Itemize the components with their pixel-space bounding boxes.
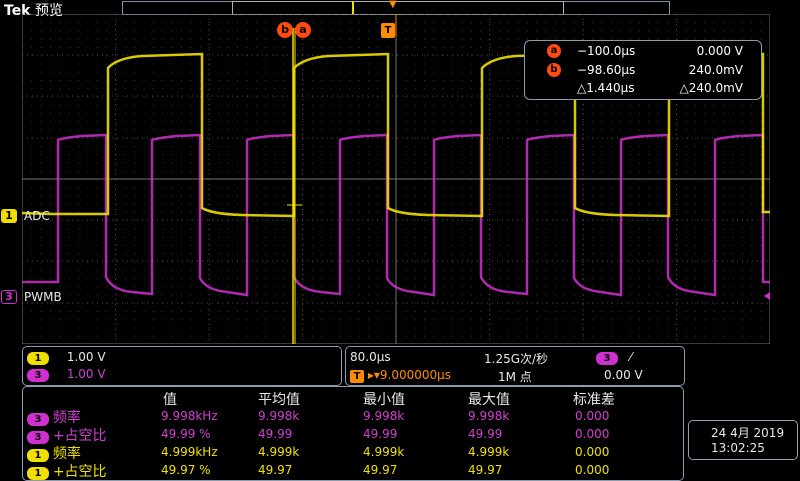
ch1-scale-chip[interactable]: 1 xyxy=(27,352,49,365)
row-mean: 9.998k xyxy=(258,409,300,423)
cursor-delta-time: △1.440µs xyxy=(577,81,635,95)
row-value: 49.99 % xyxy=(161,427,211,441)
row-mean: 4.999k xyxy=(258,445,300,459)
cursor-a-value: 0.000 V xyxy=(696,44,743,58)
record-view-window[interactable] xyxy=(232,1,564,15)
row-measure-name: 频率 xyxy=(52,410,81,426)
record-length: 1M 点 xyxy=(498,370,532,384)
timebase-panel[interactable]: 80.0µs 1.25G次/秒 T ▸▾9.000000µs 1M 点 3 ⁄ … xyxy=(345,346,685,386)
horizontal-scale: 80.0µs xyxy=(350,350,391,364)
ch1-label: ADC xyxy=(24,209,50,223)
row-measure-name: +占空比 xyxy=(52,428,107,444)
row-min: 49.99 xyxy=(363,427,398,441)
row-mean: 49.99 xyxy=(258,427,293,441)
header-max: 最大值 xyxy=(468,392,510,408)
cursor-b-icon: b xyxy=(547,63,561,77)
ch1-scale: 1.00 V xyxy=(66,350,106,364)
ch3-ground-marker[interactable]: 3 xyxy=(1,290,17,304)
cursor-a-time: −100.0µs xyxy=(577,44,636,58)
header-mean: 平均值 xyxy=(258,392,300,408)
row-value: 9.998kHz xyxy=(161,409,218,423)
cursor-b-time: −98.60µs xyxy=(577,63,636,77)
table-row[interactable]: 3 +占空比 xyxy=(27,425,107,445)
record-trigger-icon: ▼ xyxy=(389,0,397,10)
row-stddev: 0.000 xyxy=(575,463,610,477)
trigger-level: 0.00 V xyxy=(604,368,643,382)
row-min: 4.999k xyxy=(363,445,405,459)
row-max: 49.97 xyxy=(468,463,503,477)
cursor-b-marker[interactable]: b xyxy=(277,22,293,38)
row-measure-name: +占空比 xyxy=(52,464,107,480)
ch3-label: PWMB xyxy=(24,290,62,304)
table-row[interactable]: 3 频率 xyxy=(27,407,81,427)
header-stddev: 标准差 xyxy=(573,392,615,408)
date: 24 4月 2019 xyxy=(711,426,785,440)
trigger-source-chip[interactable]: 3 xyxy=(596,352,618,365)
row-stddev: 0.000 xyxy=(575,445,610,459)
ch3-scale-chip[interactable]: 3 xyxy=(27,369,49,382)
table-row[interactable]: 1 +占空比 xyxy=(27,461,107,481)
record-center-marker xyxy=(352,1,354,14)
sample-rate: 1.25G次/秒 xyxy=(484,352,549,366)
horizontal-position: ▸▾9.000000µs xyxy=(367,368,452,382)
row-measure-name: 频率 xyxy=(52,446,81,462)
row-mean: 49.97 xyxy=(258,463,293,477)
row-stddev: 0.000 xyxy=(575,409,610,423)
row-min: 9.998k xyxy=(363,409,405,423)
ch3-scale: 1.00 V xyxy=(66,367,106,381)
row-max: 4.999k xyxy=(468,445,510,459)
datetime-display[interactable]: 24 4月 2019 13:02:25 xyxy=(688,420,798,460)
header-value: 值 xyxy=(163,392,177,408)
table-row[interactable]: 1 频率 xyxy=(27,443,81,463)
row-value: 49.97 % xyxy=(161,463,211,477)
trigger-slope-icon: ⁄ xyxy=(629,350,632,364)
ch1-ground-marker[interactable]: 1 xyxy=(1,209,17,223)
cursor-a-icon: a xyxy=(547,44,561,58)
row-channel-chip: 1 xyxy=(27,467,49,480)
row-max: 9.998k xyxy=(468,409,510,423)
vertical-scale-panel[interactable]: 1 1.00 V 3 1.00 V xyxy=(22,346,342,386)
measurement-table[interactable]: 值 平均值 最小值 最大值 标准差 3 频率 9.998kHz 9.998k 9… xyxy=(22,386,684,481)
cursor-b-value: 240.0mV xyxy=(688,63,743,77)
trigger-position-marker[interactable]: T xyxy=(381,23,395,38)
trigger-icon: T xyxy=(350,370,364,383)
cursor-a-marker[interactable]: a xyxy=(295,22,311,38)
time: 13:02:25 xyxy=(711,441,765,455)
row-value: 4.999kHz xyxy=(161,445,218,459)
cursor-delta-value: △240.0mV xyxy=(679,81,743,95)
row-stddev: 0.000 xyxy=(575,427,610,441)
cursor-readout[interactable]: a −100.0µs 0.000 V b −98.60µs 240.0mV △1… xyxy=(524,40,762,100)
row-max: 49.99 xyxy=(468,427,503,441)
row-min: 49.97 xyxy=(363,463,398,477)
header-min: 最小值 xyxy=(363,392,405,408)
